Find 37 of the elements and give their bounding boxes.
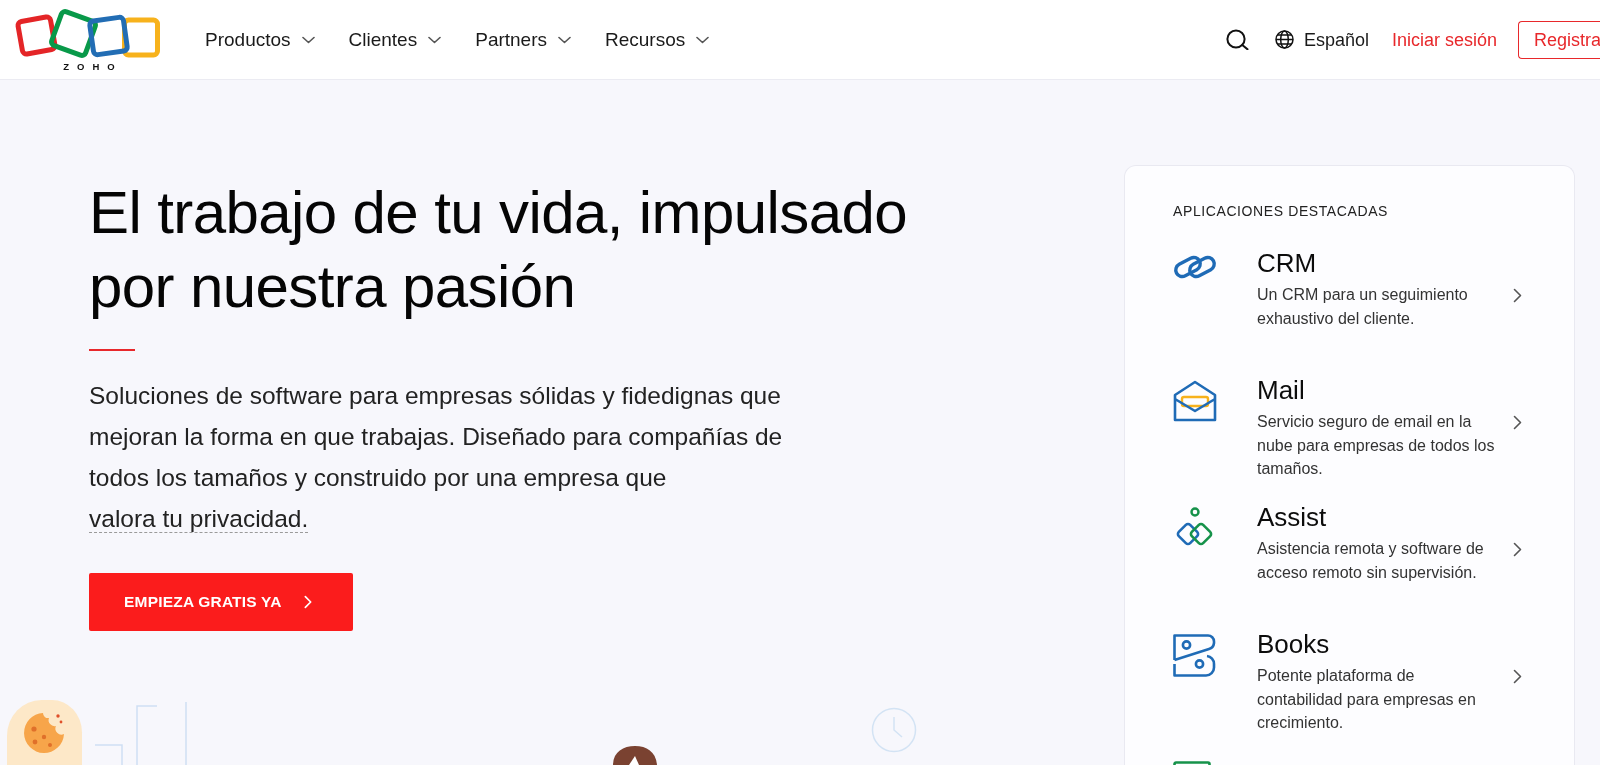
chevron-right-icon xyxy=(303,595,312,609)
nav-menu[interactable]: Recursos xyxy=(605,30,710,49)
app-description: Asistencia remota y software de acceso remoto sin supervisión. xyxy=(1257,539,1485,583)
chevron-down-icon xyxy=(558,35,571,44)
chevron-right-icon xyxy=(1513,288,1522,303)
nav-menu[interactable]: Clientes xyxy=(348,30,442,49)
chevron-down-icon xyxy=(301,35,315,44)
logo-squares-icon[interactable] xyxy=(15,9,163,60)
app-description: Servicio seguro de email en la nube para empresas de todos los tamaños. xyxy=(1257,412,1496,479)
envelope-icon xyxy=(1173,380,1217,422)
app-title[interactable]: Assist xyxy=(1257,501,1497,533)
chevron-right-icon xyxy=(1513,669,1522,684)
app-title[interactable]: CRM xyxy=(1257,247,1497,279)
logo-text: ZOHO xyxy=(62,62,123,72)
app-title[interactable]: Books xyxy=(1257,628,1497,660)
chevron-right-icon xyxy=(1513,415,1522,430)
app-description: Potente plataforma de contabilidad para empresas en crecimiento. xyxy=(1257,666,1477,733)
nav-menu[interactable]: Productos xyxy=(205,30,315,49)
featured-apps-heading: APLICACIONES DESTACADAS xyxy=(1173,202,1390,221)
app-title[interactable]: Mail xyxy=(1257,374,1497,406)
chevron-right-icon xyxy=(1513,542,1522,557)
chevron-down-icon xyxy=(696,35,710,44)
chevron-down-icon xyxy=(428,35,442,44)
nav-menu[interactable]: Partners xyxy=(475,30,571,49)
app-description: Un CRM para un seguimiento exhaustivo del cliente. xyxy=(1257,285,1469,329)
chain-link-icon xyxy=(1173,253,1217,281)
ledger-icon xyxy=(1173,634,1216,677)
privacy-link[interactable]: valora tu privacidad. xyxy=(89,505,309,533)
globe-icon xyxy=(1274,30,1294,49)
language-selector[interactable]: Español xyxy=(1274,30,1369,49)
hero-heading: El trabajo de tu vida, impulsado por nuestra pasión xyxy=(89,178,908,322)
sign-in-link[interactable]: Iniciar sesión xyxy=(1391,30,1497,49)
hero-description: Soluciones de software para empresas sólidas y fidedignas que mejoran la forma en que trabajas. Diseñado para compañías de todos los tamaños y construido por una empresa que valora tu privacidad. xyxy=(89,381,784,535)
clock-icon xyxy=(871,707,917,753)
start-free-button[interactable]: EMPIEZA GRATIS YA xyxy=(89,573,353,631)
search-icon[interactable] xyxy=(1225,29,1249,50)
app-icon xyxy=(1173,761,1211,765)
